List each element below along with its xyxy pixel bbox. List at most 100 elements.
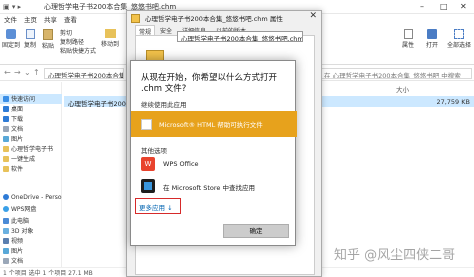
picture-icon [3, 248, 9, 254]
nav-label: 快速访问 [11, 96, 36, 103]
nav-label: 一键生成 [11, 156, 36, 163]
nav-label: 文档 [11, 258, 24, 265]
store-label: 在 Microsoft Store 中查找应用 [163, 184, 255, 192]
cloud-icon [3, 206, 9, 212]
wps-icon: W [141, 157, 155, 171]
nav-item-software[interactable]: 软件 [0, 164, 62, 174]
open-button[interactable]: 打开 [422, 29, 442, 49]
filename-field[interactable]: 心理哲学电子书200本合集_悠悠书吧.chm [177, 31, 303, 42]
chm-file-icon [131, 14, 140, 23]
maximize-button[interactable]: □ [440, 2, 448, 11]
nav-item-pictures[interactable]: 图片 [0, 134, 62, 144]
properties-icon [403, 29, 413, 39]
navigation-pane: 快速访问 桌面 下载 文档 图片 心理哲学电子书 一键生成 软件 OneDriv… [0, 82, 62, 267]
nav-label: 3D 对象 [11, 228, 34, 235]
ok-button[interactable]: 确定 [223, 224, 289, 238]
nav-item-downloads[interactable]: 下载 [0, 114, 62, 124]
nav-item-videos[interactable]: 视频 [0, 236, 62, 246]
nav-label: 文档 [11, 126, 24, 133]
copy-label: 复制 [23, 42, 36, 49]
back-button[interactable]: ← [4, 68, 11, 77]
tab-home[interactable]: 主页 [24, 14, 37, 24]
app-option-wps[interactable]: W WPS Office [141, 155, 287, 173]
nav-item-onedrive[interactable]: OneDrive - Perso [0, 194, 62, 204]
recent-button[interactable]: ⌄ [24, 68, 31, 77]
computer-icon [3, 218, 9, 224]
properties-button[interactable]: 属性 [398, 29, 418, 49]
nav-label: 视频 [11, 238, 24, 245]
nav-item-pc-documents[interactable]: 文档 [0, 256, 62, 266]
search-input[interactable]: 在 心理哲学电子书200本合集_悠悠书吧 中搜索 [320, 68, 472, 79]
file-size: 27,759 KB [436, 98, 470, 106]
paste-label: 粘贴 [41, 43, 54, 50]
move-to-label: 移动到 [100, 41, 119, 48]
nav-label: OneDrive - Perso [11, 194, 62, 201]
more-apps-link[interactable]: 更多应用 ↓ [135, 198, 181, 214]
nav-label: 桌面 [11, 106, 24, 113]
nav-item-desktop[interactable]: 桌面 [0, 104, 62, 114]
address-bar[interactable]: 心理哲学电子书200本合集_悠悠书吧 [44, 68, 124, 79]
store-icon [141, 179, 155, 193]
folder-icon [3, 146, 9, 152]
nav-item-ebook-folder[interactable]: 心理哲学电子书 [0, 144, 62, 154]
folder-move-icon [104, 29, 116, 38]
keep-using-label: 继续使用此应用 [141, 101, 187, 109]
desktop-icon [3, 106, 9, 112]
quick-access-toolbar[interactable]: ▣ ▾ ▸ [3, 3, 21, 11]
properties-close-button[interactable]: ✕ [309, 11, 317, 21]
paste-icon [43, 29, 53, 40]
copy-icon [25, 29, 35, 39]
copy-button[interactable]: 复制 [22, 29, 38, 49]
nav-item-documents[interactable]: 文档 [0, 124, 62, 134]
nav-label: 心理哲学电子书 [11, 146, 54, 153]
select-all-button[interactable]: 全部选择 [446, 29, 472, 49]
pin-icon [6, 29, 16, 39]
document-icon [3, 258, 9, 264]
select-all-label: 全部选择 [446, 42, 471, 49]
cube-icon [3, 228, 9, 234]
tab-share[interactable]: 共享 [44, 14, 57, 24]
forward-button[interactable]: → [14, 68, 21, 77]
selected-app-label: Microsoft® HTML 帮助可执行文件 [159, 121, 263, 129]
html-help-icon [141, 119, 152, 130]
nav-item-3d-objects[interactable]: 3D 对象 [0, 226, 62, 236]
open-with-heading: 从现在开始，你希望以什么方式打开 .chm 文件? [141, 73, 278, 94]
properties-title: 心理哲学电子书200本合集_悠悠书吧.chm 属性 [145, 15, 283, 23]
star-icon [3, 96, 9, 102]
nav-label: 图片 [11, 248, 24, 255]
minimize-button[interactable]: – [420, 2, 424, 11]
nav-item-generate[interactable]: 一键生成 [0, 154, 62, 164]
nav-item-wps-cloud[interactable]: WPS网盘 [0, 204, 62, 214]
nav-label: 图片 [11, 136, 24, 143]
up-button[interactable]: ↑ [33, 68, 40, 77]
select-all-icon [454, 29, 464, 39]
tab-view[interactable]: 查看 [64, 14, 77, 24]
nav-item-pc-pictures[interactable]: 图片 [0, 246, 62, 256]
properties-label: 属性 [401, 42, 414, 49]
nav-item-this-pc[interactable]: 此电脑 [0, 216, 62, 226]
app-option-store[interactable]: 在 Microsoft Store 中查找应用 [141, 177, 287, 195]
close-button[interactable]: ✕ [460, 2, 467, 11]
video-icon [3, 238, 9, 244]
nav-label: 此电脑 [11, 218, 30, 225]
nav-label: WPS网盘 [11, 206, 37, 213]
paste-button[interactable]: 粘贴 [40, 29, 56, 50]
selected-app-html-help[interactable]: Microsoft® HTML 帮助可执行文件 [131, 111, 297, 137]
nav-item-quick-access[interactable]: 快速访问 [0, 94, 62, 104]
wps-label: WPS Office [163, 160, 199, 168]
column-header-size[interactable]: 大小 [396, 84, 409, 94]
move-to-button[interactable]: 移动到 [100, 29, 120, 48]
folder-icon [3, 156, 9, 162]
open-with-dialog: 从现在开始，你希望以什么方式打开 .chm 文件? 继续使用此应用 Micros… [130, 60, 297, 246]
watermark: 知乎 @风尘四侠二哥 [334, 248, 456, 263]
pin-label: 固定到快速访问 [2, 42, 20, 49]
open-icon [427, 29, 437, 39]
download-icon [3, 116, 9, 122]
pin-button[interactable]: 固定到快速访问 [2, 29, 20, 49]
tab-file[interactable]: 文件 [4, 14, 17, 24]
nav-label: 下载 [11, 116, 24, 123]
nav-label: 软件 [11, 166, 24, 173]
other-options-label: 其他选项 [141, 147, 167, 155]
document-icon [3, 126, 9, 132]
picture-icon [3, 136, 9, 142]
